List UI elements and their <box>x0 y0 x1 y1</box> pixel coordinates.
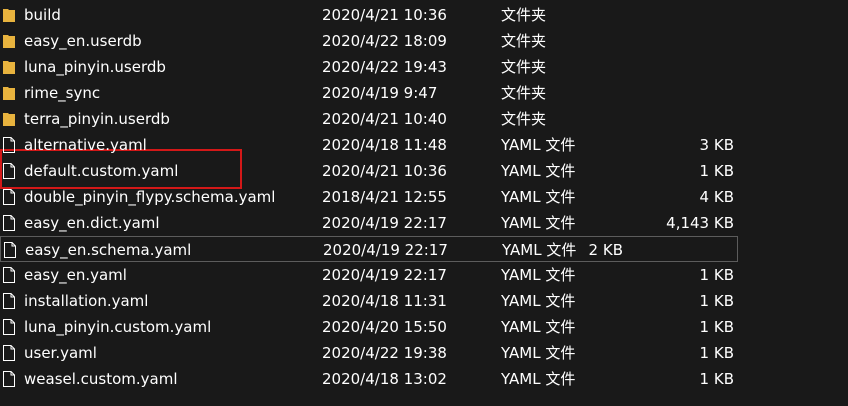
file-row[interactable]: double_pinyin_flypy.schema.yaml 2018/4/21… <box>0 184 848 210</box>
file-date-modified: 2020/4/22 19:38 <box>322 344 447 362</box>
file-name[interactable]: rime_sync <box>24 80 100 106</box>
folder-icon <box>2 2 18 28</box>
file-icon <box>2 158 18 184</box>
file-name[interactable]: double_pinyin_flypy.schema.yaml <box>24 184 275 210</box>
file-icon <box>2 340 18 366</box>
file-size: 1 KB <box>699 318 734 336</box>
file-size: 1 KB <box>699 292 734 310</box>
file-name[interactable]: build <box>24 2 61 28</box>
file-size: 1 KB <box>699 162 734 180</box>
file-row[interactable]: luna_pinyin.custom.yaml 2020/4/20 15:50 YA… <box>0 314 848 340</box>
file-date-modified: 2020/4/21 10:36 <box>322 6 447 24</box>
file-type: 文件夹 <box>501 6 547 24</box>
file-name[interactable]: weasel.custom.yaml <box>24 366 178 392</box>
file-list: build 2020/4/21 10:36 文件夹 easy_en.userdb 202… <box>0 0 848 406</box>
file-type: 文件夹 <box>501 32 547 50</box>
file-date-modified: 2020/4/19 22:17 <box>323 241 448 259</box>
file-type: YAML 文件 <box>501 318 576 336</box>
file-icon <box>2 132 18 158</box>
folder-icon <box>2 28 18 54</box>
file-row[interactable]: terra_pinyin.userdb 2020/4/21 10:40 文件夹 <box>0 106 848 132</box>
file-type: YAML 文件 <box>501 292 576 310</box>
file-name[interactable]: easy_en.yaml <box>24 262 127 288</box>
file-row[interactable]: easy_en.userdb 2020/4/22 18:09 文件夹 <box>0 28 848 54</box>
file-name[interactable]: default.custom.yaml <box>24 158 178 184</box>
file-name[interactable]: luna_pinyin.userdb <box>24 54 166 80</box>
file-size: 4,143 KB <box>666 214 734 232</box>
file-date-modified: 2020/4/22 18:09 <box>322 32 447 50</box>
file-row[interactable]: alternative.yaml 2020/4/18 11:48 YAML 文件 3 … <box>0 132 848 158</box>
file-name[interactable]: easy_en.dict.yaml <box>24 210 160 236</box>
file-type: YAML 文件 <box>501 136 576 154</box>
file-row[interactable]: weasel.custom.yaml 2020/4/18 13:02 YAML 文件… <box>0 366 848 392</box>
file-date-modified: 2020/4/18 13:02 <box>322 370 447 388</box>
file-size: 4 KB <box>699 188 734 206</box>
file-date-modified: 2020/4/19 22:17 <box>322 214 447 232</box>
file-date-modified: 2018/4/21 12:55 <box>322 188 447 206</box>
file-icon <box>3 237 19 263</box>
file-type: YAML 文件 <box>501 370 576 388</box>
file-type: YAML 文件 <box>501 266 576 284</box>
file-icon <box>2 288 18 314</box>
file-name[interactable]: alternative.yaml <box>24 132 147 158</box>
file-icon <box>2 184 18 210</box>
file-type: 文件夹 <box>501 110 547 128</box>
file-date-modified: 2020/4/21 10:40 <box>322 110 447 128</box>
file-date-modified: 2020/4/19 22:17 <box>322 266 447 284</box>
file-date-modified: 2020/4/18 11:48 <box>322 136 447 154</box>
file-row[interactable]: easy_en.dict.yaml 2020/4/19 22:17 YAML 文件 4… <box>0 210 848 236</box>
file-type: YAML 文件 <box>501 188 576 206</box>
file-row[interactable]: easy_en.schema.yaml 2020/4/19 22:17 YAML 文… <box>0 236 738 262</box>
file-name[interactable]: luna_pinyin.custom.yaml <box>24 314 211 340</box>
file-type: 文件夹 <box>501 58 547 76</box>
file-row[interactable]: default.custom.yaml 2020/4/21 10:36 YAML 文… <box>0 158 848 184</box>
file-name[interactable]: easy_en.userdb <box>24 28 142 54</box>
file-row[interactable]: build 2020/4/21 10:36 文件夹 <box>0 2 848 28</box>
file-size: 2 KB <box>588 241 623 259</box>
file-icon <box>2 262 18 288</box>
file-type: YAML 文件 <box>501 214 576 232</box>
file-icon <box>2 314 18 340</box>
folder-icon <box>2 106 18 132</box>
file-type: 文件夹 <box>501 84 547 102</box>
file-type: YAML 文件 <box>501 162 576 180</box>
file-size: 3 KB <box>699 136 734 154</box>
file-type: YAML 文件 <box>502 241 577 259</box>
file-name[interactable]: terra_pinyin.userdb <box>24 106 170 132</box>
file-icon <box>2 210 18 236</box>
file-name[interactable]: easy_en.schema.yaml <box>25 237 191 263</box>
file-date-modified: 2020/4/18 11:31 <box>322 292 447 310</box>
file-size: 1 KB <box>699 344 734 362</box>
file-icon <box>2 366 18 392</box>
folder-icon <box>2 80 18 106</box>
file-row[interactable]: luna_pinyin.userdb 2020/4/22 19:43 文件夹 <box>0 54 848 80</box>
file-size: 1 KB <box>699 370 734 388</box>
file-date-modified: 2020/4/19 9:47 <box>322 84 438 102</box>
file-row[interactable]: easy_en.yaml 2020/4/19 22:17 YAML 文件 1 KB <box>0 262 848 288</box>
file-row[interactable]: user.yaml 2020/4/22 19:38 YAML 文件 1 KB <box>0 340 848 366</box>
file-name[interactable]: user.yaml <box>24 340 97 366</box>
file-size: 1 KB <box>699 266 734 284</box>
file-date-modified: 2020/4/21 10:36 <box>322 162 447 180</box>
file-name[interactable]: installation.yaml <box>24 288 148 314</box>
file-date-modified: 2020/4/20 15:50 <box>322 318 447 336</box>
file-date-modified: 2020/4/22 19:43 <box>322 58 447 76</box>
folder-icon <box>2 54 18 80</box>
file-row[interactable]: rime_sync 2020/4/19 9:47 文件夹 <box>0 80 848 106</box>
file-row[interactable]: installation.yaml 2020/4/18 11:31 YAML 文件 1… <box>0 288 848 314</box>
file-type: YAML 文件 <box>501 344 576 362</box>
